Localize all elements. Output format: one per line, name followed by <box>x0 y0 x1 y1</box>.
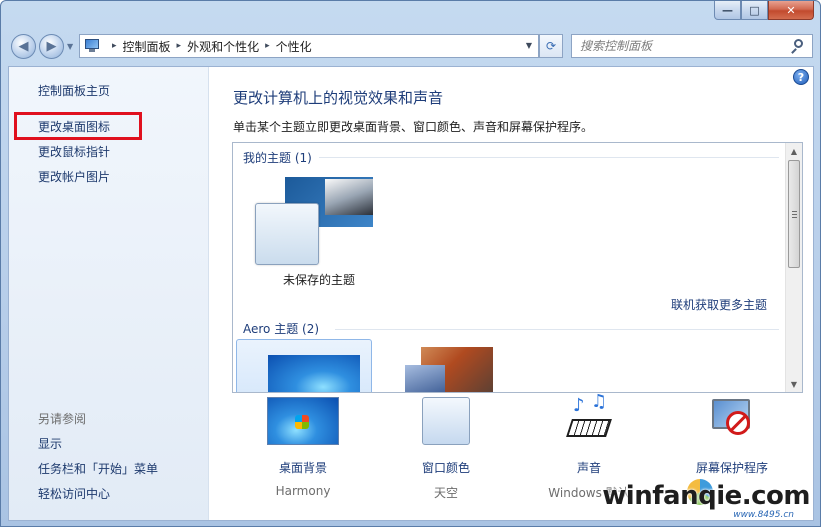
page-title: 更改计算机上的视觉效果和声音 <box>233 89 444 107</box>
watermark-subtext: www.8495.cn <box>733 510 794 520</box>
my-themes-heading: 我的主题 (1) <box>243 151 312 165</box>
unsaved-theme-thumbnail[interactable] <box>255 177 375 269</box>
desktop-background-icon <box>267 397 339 445</box>
group-divider <box>335 329 779 330</box>
sounds-icon: ♪ ♫ <box>553 391 625 445</box>
refresh-button[interactable]: ⟳ <box>539 34 563 58</box>
forward-arrow-icon: ▶ <box>46 39 57 54</box>
scenes-theme-preview-photo <box>405 365 445 392</box>
windows-logo-icon <box>295 415 309 429</box>
breadcrumb-control-panel[interactable]: 控制面板 <box>123 38 171 55</box>
sidebar-display[interactable]: 显示 <box>38 435 62 452</box>
window-color-value: 天空 <box>433 486 458 500</box>
windows7-theme-preview <box>268 355 360 392</box>
breadcrumb-appearance[interactable]: 外观和个性化 <box>187 38 259 55</box>
piano-keys-icon <box>566 419 612 437</box>
scroll-up-icon[interactable]: ▲ <box>786 143 802 159</box>
maximize-button[interactable]: □ <box>741 1 768 20</box>
recent-pages-dropdown[interactable]: ▼ <box>67 42 73 51</box>
annotation-highlight-box <box>14 112 142 140</box>
sidebar-control-panel-home[interactable]: 控制面板主页 <box>38 82 110 99</box>
breadcrumb-separator-icon[interactable]: ▸ <box>265 41 270 51</box>
breadcrumb-personalization[interactable]: 个性化 <box>276 38 312 55</box>
help-icon[interactable]: ? <box>793 69 809 85</box>
forward-button[interactable]: ▶ <box>39 34 64 59</box>
content-area: 控制面板主页 更改桌面图标 更改鼠标指针 更改帐户图片 另请参阅 显示 任务栏和… <box>8 66 814 521</box>
window-color-setting[interactable]: 窗口颜色 天空 <box>381 397 511 501</box>
desktop-background-value: Harmony <box>275 484 331 498</box>
themes-list: 我的主题 (1) 未保存的主题 联机获取更多主题 Aero 主题 (2) ▲ ▼ <box>232 142 803 393</box>
control-panel-window: — □ ✕ ◀ ▶ ▼ ▸ 控制面板 ▸ 外观和个性化 ▸ 个性化 ▼ ⟳ 控制… <box>0 0 821 527</box>
page-description: 单击某个主题立即更改桌面背景、窗口颜色、声音和屏幕保护程序。 <box>233 120 594 134</box>
none-symbol-icon <box>726 411 750 435</box>
back-button[interactable]: ◀ <box>11 34 36 59</box>
music-note-icon: ♪ <box>573 395 585 416</box>
theme-preview-photo <box>325 179 373 215</box>
scroll-down-icon[interactable]: ▼ <box>786 376 802 392</box>
screen-saver-label[interactable]: 屏幕保护程序 <box>667 459 797 476</box>
see-also-heading: 另请参阅 <box>38 412 87 426</box>
search-box <box>571 34 813 58</box>
watermark-text: winfanqie.com <box>602 481 810 511</box>
theme-preview-window-color <box>255 203 319 265</box>
navigation-bar: ◀ ▶ ▼ ▸ 控制面板 ▸ 外观和个性化 ▸ 个性化 ▼ ⟳ <box>1 31 820 61</box>
group-divider <box>319 157 779 158</box>
desktop-background-setting[interactable]: 桌面背景 Harmony <box>238 397 368 498</box>
minimize-button[interactable]: — <box>714 1 741 20</box>
address-bar[interactable]: ▸ 控制面板 ▸ 外观和个性化 ▸ 个性化 ▼ <box>79 34 539 58</box>
sounds-label[interactable]: 声音 <box>524 459 654 476</box>
breadcrumb-separator-icon[interactable]: ▸ <box>177 41 182 51</box>
sidebar-change-mouse-pointers[interactable]: 更改鼠标指针 <box>38 143 110 160</box>
scrollbar-thumb[interactable] <box>788 160 800 268</box>
unsaved-theme-label[interactable]: 未保存的主题 <box>283 271 355 288</box>
desktop-background-label[interactable]: 桌面背景 <box>238 459 368 476</box>
sidebar: 控制面板主页 更改桌面图标 更改鼠标指针 更改帐户图片 另请参阅 显示 任务栏和… <box>9 67 209 520</box>
screen-saver-setting[interactable]: 屏幕保护程序 <box>667 397 797 484</box>
breadcrumb-separator-icon[interactable]: ▸ <box>112 41 117 51</box>
sidebar-ease-of-access[interactable]: 轻松访问中心 <box>38 485 110 502</box>
get-more-themes-online-link[interactable]: 联机获取更多主题 <box>671 296 767 313</box>
themes-scrollbar[interactable]: ▲ ▼ <box>785 143 802 392</box>
search-icon[interactable] <box>790 36 810 56</box>
sidebar-change-account-picture[interactable]: 更改帐户图片 <box>38 168 110 185</box>
window-color-icon <box>410 397 482 445</box>
search-input[interactable] <box>580 39 790 53</box>
refresh-icon: ⟳ <box>545 39 557 53</box>
aero-themes-heading: Aero 主题 (2) <box>243 322 320 336</box>
window-color-label[interactable]: 窗口颜色 <box>381 459 511 476</box>
music-note-icon: ♫ <box>591 391 608 412</box>
close-button[interactable]: ✕ <box>768 1 814 20</box>
caption-buttons: — □ ✕ <box>714 1 814 20</box>
sidebar-taskbar-start-menu[interactable]: 任务栏和「开始」菜单 <box>38 460 158 477</box>
screen-saver-icon <box>696 397 768 445</box>
back-arrow-icon: ◀ <box>18 39 29 54</box>
control-panel-icon <box>84 39 100 53</box>
address-dropdown-icon[interactable]: ▼ <box>526 41 532 50</box>
